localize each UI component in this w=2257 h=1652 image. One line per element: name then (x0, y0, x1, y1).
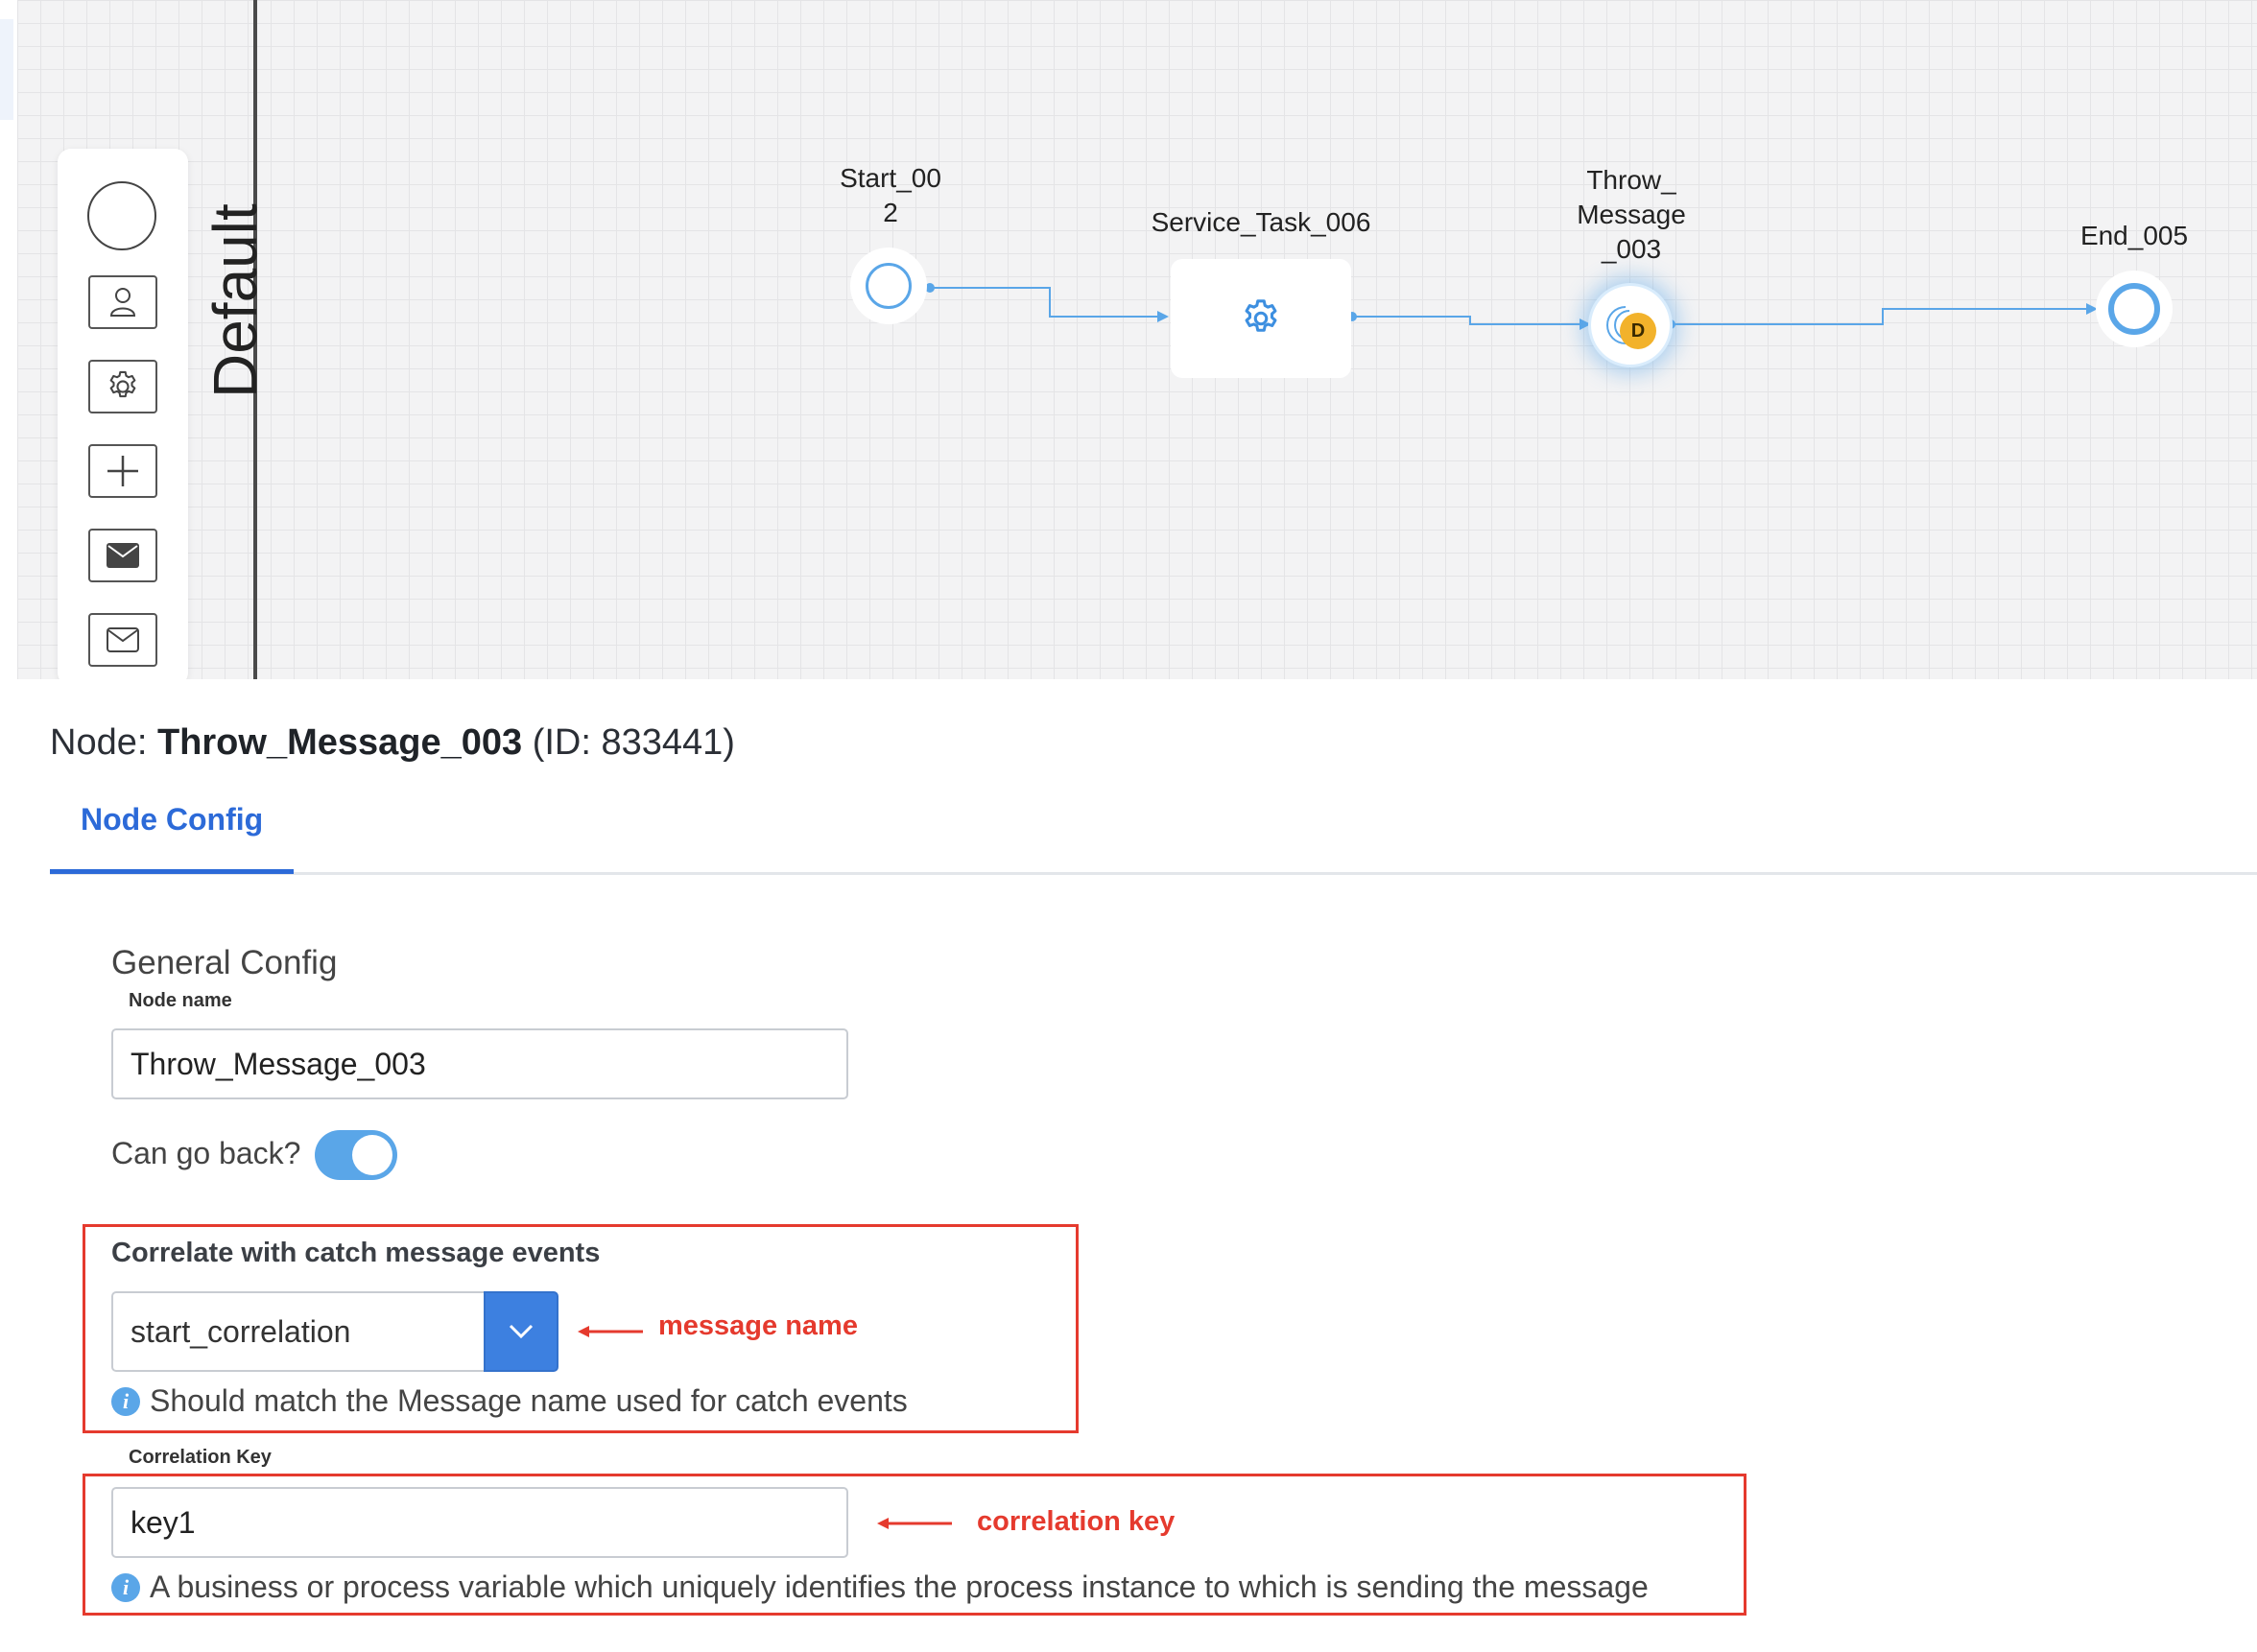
correlation-key-input[interactable]: key1 (111, 1487, 848, 1558)
end-event[interactable] (2096, 271, 2173, 347)
assignee-badge: D (1620, 313, 1656, 349)
node-title: Node: Throw_Message_003 (ID: 833441) (50, 718, 735, 767)
tab-divider (50, 872, 2257, 875)
flow-start-to-task (931, 287, 1169, 322)
correlate-label: Correlate with catch message events (111, 1238, 601, 1268)
start-event-label: Start_00 2 (840, 163, 941, 227)
dropdown-button[interactable] (484, 1291, 558, 1372)
correlation-key-label: Correlation Key (129, 1447, 272, 1468)
node-title-prefix: Node: (50, 722, 157, 763)
correlate-select[interactable]: start_correlation (111, 1291, 558, 1372)
info-icon: i (111, 1572, 140, 1602)
node-title-name: Throw_Message_003 (156, 722, 523, 763)
service-task[interactable] (1171, 259, 1351, 378)
info-icon: i (111, 1386, 140, 1416)
properties-panel: Node: Throw_Message_003 (ID: 833441) Nod… (0, 679, 2257, 1652)
can-go-back-label: Can go back? (111, 1136, 301, 1170)
start-event[interactable] (850, 248, 927, 324)
throw-message-label: Throw_ Message _003 (1577, 165, 1686, 264)
node-title-id: (ID: 833441) (522, 722, 735, 763)
annotation-correlation-key: correlation key (977, 1506, 1176, 1537)
section-title: General Config (111, 944, 338, 981)
can-go-back-toggle[interactable] (315, 1130, 397, 1180)
chevron-down-icon (509, 1324, 534, 1339)
throw-message-event[interactable]: D (1591, 286, 1670, 365)
node-name-input[interactable]: Throw_Message_003 (111, 1028, 848, 1099)
flow-task-to-throw (1351, 316, 1591, 330)
gear-icon (1245, 299, 1277, 332)
active-tab-indicator (50, 869, 294, 874)
annotation-arrow-message (578, 1326, 643, 1337)
flow-throw-to-end (1670, 303, 2098, 325)
end-event-label: End_005 (2079, 221, 2189, 250)
end-event-ring (2108, 283, 2160, 335)
node-name-label: Node name (129, 990, 232, 1011)
correlate-help: i Should match the Message name used for … (111, 1383, 908, 1419)
correlate-select-value[interactable]: start_correlation (111, 1291, 486, 1372)
toggle-knob (352, 1135, 392, 1175)
correlation-key-help-text: A business or process variable which uni… (150, 1569, 1649, 1604)
correlation-key-help: i A business or process variable which un… (111, 1569, 1649, 1605)
start-event-ring (866, 263, 912, 309)
sequence-flows (925, 283, 2098, 330)
correlate-help-text: Should match the Message name used for c… (150, 1383, 908, 1418)
annotation-message-name: message name (658, 1310, 858, 1341)
service-task-label: Service_Task_006 (1151, 207, 1371, 237)
tab-node-config[interactable]: Node Config (81, 800, 263, 838)
annotation-arrow-key (877, 1518, 952, 1529)
